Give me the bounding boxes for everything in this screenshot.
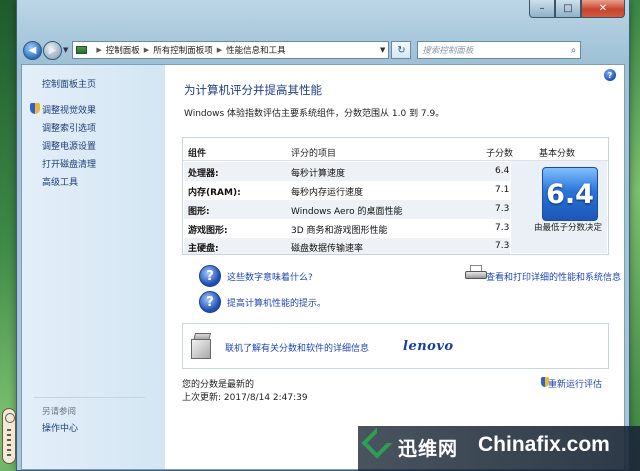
row-subscore: 7.1 — [495, 185, 510, 195]
row-subscore: 7.3 — [495, 241, 510, 251]
link-online-details[interactable]: 联机了解有关分数和软件的详细信息 — [225, 341, 369, 354]
row-subscore: 6.4 — [495, 166, 510, 176]
control-panel-window: – □ ✕ ◀ ▶ ▼ ▶ 控制面板 ▶ 所有控制面板项 ▶ 性能信息和工具 ▼… — [16, 0, 630, 471]
row-description: 磁盘数据传输速率 — [291, 244, 364, 254]
row-subscore: 7.3 — [495, 204, 510, 214]
row-component: 内存(RAM): — [188, 188, 241, 198]
sidebar-link-home[interactable]: 控制面板主页 — [42, 77, 96, 90]
address-bar[interactable]: ▶ 控制面板 ▶ 所有控制面板项 ▶ 性能信息和工具 ▼ — [72, 41, 390, 59]
seal-stamp-icon — [2, 408, 16, 464]
uac-shield-icon — [30, 103, 40, 114]
link-view-print-details[interactable]: 查看和打印详细的性能和系统信息 — [486, 270, 621, 283]
content-pane: 控制面板主页 调整视觉效果 调整索引选项 调整电源设置 打开磁盘清理 高级工具 … — [21, 64, 625, 470]
breadcrumb-separator-icon[interactable]: ▶ — [217, 46, 222, 54]
breadcrumb-separator-icon[interactable]: ▶ — [96, 46, 101, 54]
help-question-icon[interactable]: ? — [199, 265, 221, 287]
row-component: 处理器: — [188, 169, 219, 179]
row-description: 每秒内存运行速度 — [291, 188, 364, 198]
sidebar-link-disk-cleanup[interactable]: 打开磁盘清理 — [42, 157, 96, 170]
row-description: Windows Aero 的桌面性能 — [291, 207, 403, 217]
sidebar-link-power[interactable]: 调整电源设置 — [42, 139, 96, 152]
watermark-logo-icon — [364, 430, 394, 464]
table-row — [184, 162, 510, 181]
minimize-button[interactable]: – — [529, 0, 555, 18]
sidebar: 控制面板主页 调整视觉效果 调整索引选项 调整电源设置 打开磁盘清理 高级工具 … — [22, 65, 165, 469]
base-score-panel: 6.4 由最低子分数决定 — [511, 161, 607, 253]
intro-text: Windows 体验指数评估主要系统组件，分数范围从 1.0 到 7.9。 — [184, 109, 445, 119]
caption-buttons: – □ ✕ — [529, 0, 625, 18]
promo-box: 联机了解有关分数和软件的详细信息 lenovo — [182, 323, 609, 369]
row-description: 每秒计算速度 — [291, 169, 346, 179]
recent-pages-dropdown[interactable]: ▼ — [63, 46, 68, 54]
sidebar-link-indexing[interactable]: 调整索引选项 — [42, 121, 96, 134]
watermark-text-cn: 迅维网 — [398, 438, 459, 460]
sidebar-link-advanced-tools[interactable]: 高级工具 — [42, 175, 78, 188]
sidebar-link-action-center[interactable]: 操作中心 — [42, 421, 78, 434]
header-rated-item: 评分的项目 — [291, 149, 337, 159]
breadcrumb-performance[interactable]: 性能信息和工具 — [226, 44, 286, 56]
breadcrumb-control-panel[interactable]: 控制面板 — [106, 44, 140, 56]
lenovo-logo[interactable]: lenovo — [403, 339, 454, 354]
search-icon[interactable]: ⌕ — [571, 45, 577, 56]
navigation-bar: ◀ ▶ ▼ ▶ 控制面板 ▶ 所有控制面板项 ▶ 性能信息和工具 ▼ ↻ 搜索控… — [21, 38, 625, 62]
maximize-button[interactable]: □ — [555, 0, 581, 18]
row-description: 3D 商务和游戏图形性能 — [291, 226, 388, 236]
base-score-tile: 6.4 — [542, 167, 598, 221]
sidebar-link-visual-effects[interactable]: 调整视觉效果 — [42, 103, 96, 116]
see-also-heading: 另请参阅 — [42, 407, 77, 417]
forward-button[interactable]: ▶ — [43, 40, 62, 60]
rerun-assessment-link[interactable]: 重新运行评估 — [548, 377, 602, 390]
row-component: 游戏图形: — [188, 226, 228, 236]
refresh-button[interactable]: ↻ — [391, 41, 412, 59]
breadcrumb-separator-icon[interactable]: ▶ — [144, 46, 149, 54]
address-dropdown-icon[interactable]: ▼ — [380, 46, 385, 54]
page-title: 为计算机评分并提高其性能 — [184, 83, 322, 97]
row-subscore: 7.3 — [495, 223, 510, 233]
close-button[interactable]: ✕ — [581, 0, 625, 18]
printer-icon[interactable] — [465, 265, 487, 281]
header-subscore: 子分数 — [486, 149, 514, 159]
software-box-icon — [191, 333, 213, 359]
header-component: 组件 — [188, 149, 207, 159]
breadcrumb-all-items[interactable]: 所有控制面板项 — [153, 44, 213, 56]
base-score-note: 由最低子分数决定 — [533, 223, 602, 233]
header-base-score: 基本分数 — [539, 149, 576, 159]
search-placeholder: 搜索控制面板 — [422, 46, 474, 56]
score-status: 您的分数是最新的 — [182, 380, 255, 390]
main-panel: ? 为计算机评分并提高其性能 Windows 体验指数评估主要系统组件，分数范围… — [165, 65, 624, 469]
last-update: 上次更新: 2017/8/14 2:47:39 — [182, 393, 308, 403]
sidebar-divider — [34, 397, 145, 398]
refresh-icon: ↻ — [397, 44, 406, 56]
score-table: 组件 评分的项目 子分数 基本分数 处理器: 每秒计算速度 6.4 内存(RAM… — [182, 137, 609, 255]
help-icon[interactable]: ? — [604, 69, 616, 81]
arrow-left-icon: ◀ — [28, 44, 37, 56]
back-button[interactable]: ◀ — [23, 40, 42, 60]
help-question-icon[interactable]: ? — [199, 291, 221, 313]
link-improve-tips[interactable]: 提高计算机性能的提示。 — [227, 296, 326, 309]
link-what-scores-mean[interactable]: 这些数字意味着什么? — [227, 270, 313, 283]
arrow-right-icon: ▶ — [48, 44, 57, 56]
row-component: 图形: — [188, 207, 210, 217]
search-input[interactable]: 搜索控制面板 ⌕ — [417, 41, 582, 59]
row-component: 主硬盘: — [188, 244, 219, 254]
watermark-text-en: Chinafix.com — [478, 433, 610, 456]
control-panel-icon — [76, 45, 88, 55]
